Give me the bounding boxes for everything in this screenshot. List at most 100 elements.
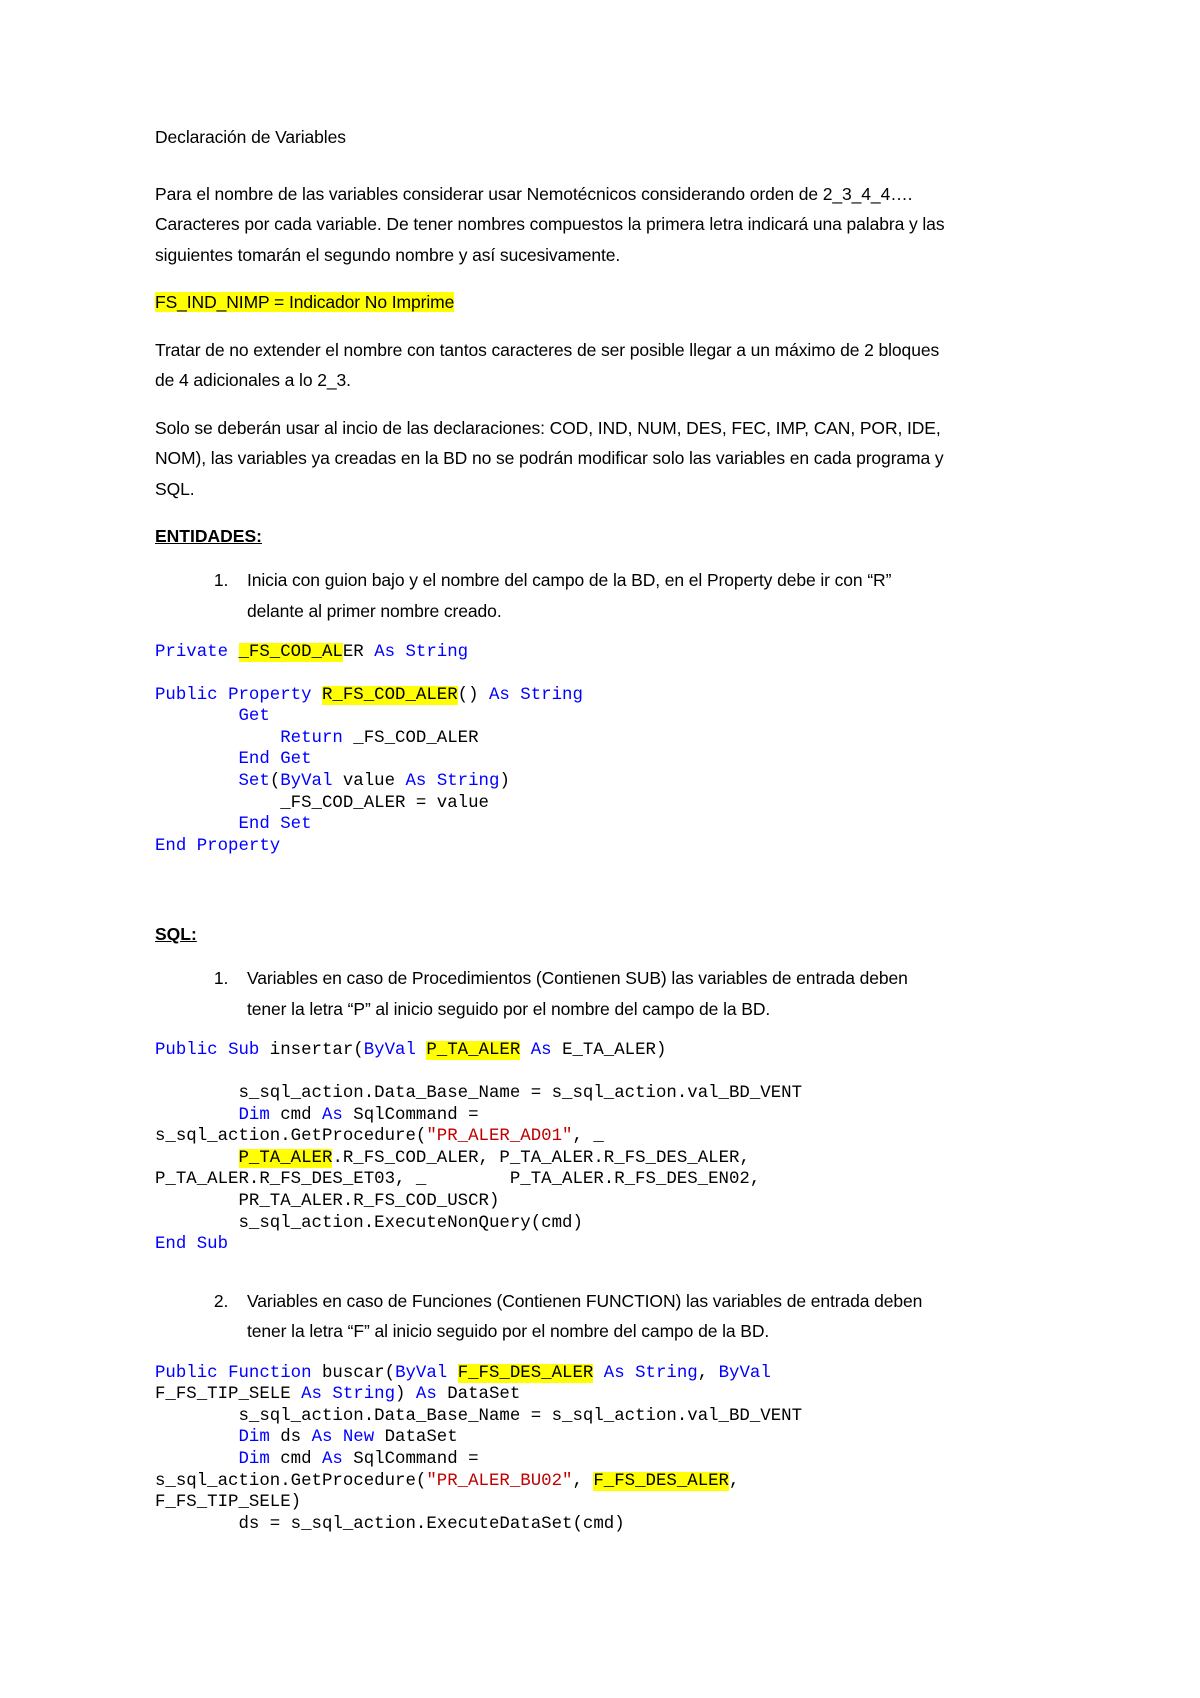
keyword-end-property: End Property [155,836,281,856]
intro-paragraph: Para el nombre de las variables consider… [155,183,945,265]
keyword-dim: Dim [238,1428,270,1448]
list-item: Variables en caso de Procedimientos (Con… [233,963,945,1024]
keyword-get: Get [238,707,270,727]
keyword-byval-2: ByVal [718,1363,771,1383]
keyword-as: As [322,1450,343,1470]
keyword-as: As [311,1428,333,1448]
property-parens: () [457,685,479,705]
function-cmd-var: cmd [269,1450,322,1470]
function-ds-type: DataSet [374,1428,458,1448]
highlight-private-var: _FS_COD_AL [238,643,343,662]
function-comma: , [697,1363,719,1383]
sub-param-type: E_TA_ALER) [562,1041,667,1061]
function-name: buscar( [311,1363,396,1383]
sql-list-first: Variables en caso de Procedimientos (Con… [155,963,945,1024]
keyword-return: Return [280,728,343,748]
keyword-byval: ByVal [395,1363,448,1383]
function-getprocedure-prefix: s_sql_action.GetProcedure( [155,1471,427,1491]
sub-cmd-var: cmd [269,1105,322,1125]
keyword-dim: Dim [238,1450,270,1470]
code-property-block: Public Property R_FS_COD_ALER() As Strin… [155,685,945,858]
code-sql-sub-body: s_sql_action.Data_Base_Name = s_sql_acti… [155,1083,945,1256]
set-paren-open: ( [269,771,281,791]
function-param2-name: F_FS_TIP_SELE [155,1385,302,1405]
keyword-public: Public [155,1363,218,1383]
sql-heading: SQL: [155,924,197,945]
keyword-as: As [322,1105,343,1125]
highlight-example-paragraph: FS_IND_NIMP = Indicador No Imprime [155,287,945,318]
highlight-function-param: F_FS_DES_ALER [457,1363,594,1383]
page-title: Declaración de Variables [155,127,346,147]
keyword-string: String [332,1385,396,1405]
list-item: Variables en caso de Funciones (Contiene… [233,1286,945,1347]
document-body: Declaración de Variables Para el nombre … [155,122,945,1535]
keyword-as: As [603,1363,625,1383]
document-page: Declaración de Variables Para el nombre … [0,0,1200,1698]
set-assignment: _FS_COD_ALER = value [280,793,489,813]
keyword-as: As [374,643,396,662]
list-item: Inicia con guion bajo y el nombre del ca… [233,565,945,626]
sub-param-fields-3: PR_TA_ALER.R_FS_COD_USCR) [155,1191,500,1211]
return-variable: _FS_COD_ALER [353,728,479,748]
function-cmd-type: SqlCommand = [342,1450,489,1470]
keyword-dim: Dim [238,1105,270,1125]
keyword-public: Public [155,1041,218,1061]
keyword-end-set: End Set [238,815,312,835]
sub-getprocedure-prefix: s_sql_action.GetProcedure( [155,1127,427,1147]
sub-dbname-line: s_sql_action.Data_Base_Name = s_sql_acti… [155,1083,803,1103]
keyword-sub: Sub [228,1041,260,1061]
sub-getprocedure-suffix: , _ [572,1127,604,1147]
keyword-as: As [405,771,427,791]
keyword-as-return: As [415,1385,437,1405]
sub-param-fields-1: .R_FS_COD_ALER, P_TA_ALER.R_FS_DES_ALER, [332,1148,750,1168]
keyword-end-sub: End Sub [155,1235,229,1255]
keyword-as: As [301,1385,322,1405]
function-getprocedure-comma: , [572,1471,594,1491]
function-ds-var: ds [269,1428,312,1448]
highlight-example-text: FS_IND_NIMP = Indicador No Imprime [155,292,455,312]
set-value-param: value [342,771,396,791]
function-getprocedure-suffix: , [729,1471,740,1491]
highlight-sub-param-usage: P_TA_ALER [238,1148,333,1168]
code-sql-function: Public Function buscar(ByVal F_FS_DES_AL… [155,1363,945,1536]
keyword-as: As [488,685,510,705]
function-param2-usage: F_FS_TIP_SELE) [155,1493,302,1513]
function-procedure-name-string: "PR_ALER_BU02" [426,1471,573,1491]
length-rule-paragraph: Tratar de no extender el nombre con tant… [155,339,940,391]
highlight-sub-param: P_TA_ALER [426,1041,521,1061]
keyword-byval: ByVal [363,1041,416,1061]
function-return-type: DataSet [436,1385,521,1405]
sql-list-second: Variables en caso de Funciones (Contiene… [155,1286,945,1347]
code-private-declaration: Private _FS_COD_ALER As String [155,642,945,664]
keyword-string: String [405,643,469,662]
keyword-new: New [342,1428,375,1448]
keyword-string: String [520,685,583,705]
sub-param-fields-2: P_TA_ALER.R_FS_DES_ET03, _ P_TA_ALER.R_F… [155,1170,761,1190]
prefix-rule-paragraph: Solo se deberán usar al incio de las dec… [155,417,944,499]
entidades-list: Inicia con guion bajo y el nombre del ca… [155,565,945,626]
sub-execute-line: s_sql_action.ExecuteNonQuery(cmd) [155,1213,583,1233]
entidades-heading: ENTIDADES: [155,526,262,546]
sub-procedure-name-string: "PR_ALER_AD01" [426,1127,573,1147]
keyword-end-get: End Get [238,750,312,770]
keyword-string: String [635,1363,698,1383]
sub-name: insertar( [259,1041,364,1061]
private-var-tail: ER [342,643,364,662]
keyword-function: Function [228,1363,312,1383]
set-paren-close: ) [499,771,510,791]
keyword-property: Property [228,685,312,705]
keyword-public: Public [155,685,218,705]
keyword-byval: ByVal [280,771,333,791]
function-dbname-line: s_sql_action.Data_Base_Name = s_sql_acti… [155,1406,803,1426]
highlight-function-param-usage: F_FS_DES_ALER [593,1471,729,1491]
keyword-as: As [530,1041,552,1061]
highlight-property-name: R_FS_COD_ALER [322,685,458,705]
function-paren-close: ) [395,1385,416,1405]
code-sql-sub-signature: Public Sub insertar(ByVal P_TA_ALER As E… [155,1040,945,1062]
sub-cmd-type: SqlCommand = [342,1105,489,1125]
function-executedataset-line: ds = s_sql_action.ExecuteDataSet(cmd) [155,1514,625,1534]
